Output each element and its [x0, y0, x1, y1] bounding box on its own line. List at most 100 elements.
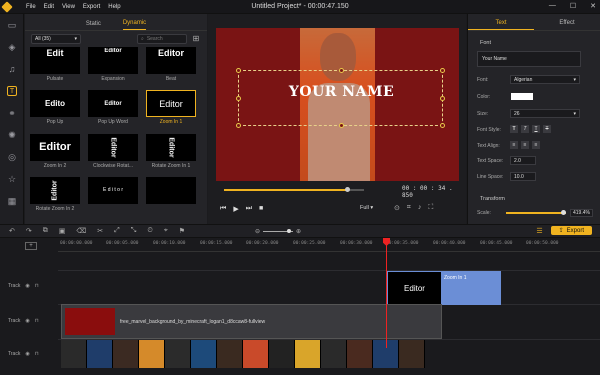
resize-handle[interactable] — [440, 123, 445, 128]
tab-static[interactable]: Static — [86, 21, 101, 30]
settings-icon[interactable]: ☰ — [536, 227, 542, 235]
menu-view[interactable]: View — [62, 4, 75, 10]
line-space-field[interactable]: 10.0 — [510, 172, 536, 181]
preset-item[interactable]: Editor Rotate Zoom In 2 — [30, 176, 80, 217]
audio-icon[interactable]: ♫ — [0, 58, 24, 80]
menu-export[interactable]: Export — [83, 4, 100, 10]
visibility-icon[interactable]: ◉ — [25, 318, 29, 324]
zoom-in-icon[interactable]: ⊕ — [296, 228, 301, 235]
menu-file[interactable]: File — [26, 4, 36, 10]
maximize-icon[interactable]: ☐ — [570, 2, 576, 10]
tab-dynamic[interactable]: Dynamic — [122, 20, 147, 30]
zoom-slider[interactable] — [263, 229, 294, 233]
delete-icon[interactable]: ⌫ — [76, 227, 86, 235]
prev-frame-icon[interactable]: ⏮ — [220, 205, 226, 213]
export-button[interactable]: ⇪ Export — [550, 226, 592, 235]
playback-progress[interactable] — [224, 187, 364, 192]
close-icon[interactable]: ✕ — [590, 2, 596, 10]
redo-icon[interactable]: ↷ — [26, 227, 32, 235]
media-icon[interactable]: ▭ — [0, 14, 24, 36]
resize-handle[interactable] — [339, 123, 344, 128]
align-left-button[interactable]: ≡ — [510, 141, 518, 149]
lock-icon[interactable]: ⊓ — [35, 351, 39, 357]
paste-icon[interactable]: ▣ — [59, 227, 66, 235]
zoom-out-icon[interactable]: ⊖ — [255, 228, 260, 235]
grid-view-icon[interactable]: ⊞ — [191, 34, 201, 44]
size-select[interactable]: 26 ▾ — [510, 109, 580, 118]
color-swatch[interactable] — [511, 93, 533, 100]
template-icon[interactable]: ▦ — [0, 190, 24, 212]
freeze-icon[interactable]: ⌖ — [164, 227, 168, 235]
preset-item-selected[interactable]: Editor Zoom In 1 — [146, 90, 196, 130]
minimize-icon[interactable]: — — [549, 2, 556, 10]
strikethrough-button[interactable]: T — [543, 125, 551, 133]
zoom-knob[interactable] — [287, 229, 292, 233]
preset-item[interactable]: Edito Pop Up — [30, 90, 80, 130]
text-space-field[interactable]: 2.0 — [510, 156, 536, 165]
scale-slider-knob[interactable] — [561, 210, 566, 215]
scale-value[interactable]: 419.4% — [570, 209, 593, 217]
resize-handle[interactable] — [440, 68, 445, 73]
preset-item[interactable]: Editor Beat — [146, 47, 196, 87]
preset-item[interactable]: Editor Expansion — [88, 47, 138, 87]
menu-help[interactable]: Help — [108, 4, 120, 10]
duration-icon[interactable]: ⏲ — [147, 227, 152, 235]
progress-knob[interactable] — [345, 187, 350, 192]
background-clip[interactable]: free_marvel_background_by_minecraft_loga… — [61, 304, 442, 339]
visibility-icon[interactable]: ◉ — [25, 351, 29, 357]
undo-icon[interactable]: ↶ — [9, 227, 15, 235]
fullscreen-icon[interactable]: ⛶ — [428, 204, 433, 212]
effects-icon[interactable]: ✺ — [0, 124, 24, 146]
preset-item[interactable]: Edit Pulsate — [30, 47, 80, 87]
playhead[interactable] — [386, 238, 387, 348]
preset-item[interactable]: Editor Rotate Zoom In 1 — [146, 133, 196, 174]
add-track-button[interactable]: + — [25, 242, 37, 250]
sticker-icon[interactable]: ☆ — [0, 168, 24, 190]
snapshot-icon[interactable]: ⊙ — [394, 204, 400, 212]
filter-icon[interactable]: ◎ — [0, 146, 24, 168]
preset-item[interactable]: E d i t o r — [88, 176, 138, 217]
resize-handle[interactable] — [236, 68, 241, 73]
text-content-field[interactable]: Your Name — [477, 51, 581, 67]
category-select[interactable]: All (35) ▾ — [31, 34, 81, 44]
menu-edit[interactable]: Edit — [44, 4, 54, 10]
search-input[interactable]: ⌕ Search — [137, 34, 187, 44]
align-right-button[interactable]: ≡ — [532, 141, 540, 149]
scale-slider[interactable] — [506, 212, 566, 214]
transition-icon[interactable]: ⚭ — [0, 102, 24, 124]
underline-button[interactable]: T — [532, 125, 540, 133]
font-select[interactable]: Algerian ▾ — [510, 75, 580, 84]
split-icon[interactable]: ✂ — [97, 227, 103, 235]
layers-icon[interactable]: ◈ — [0, 36, 24, 58]
align-center-button[interactable]: ≡ — [521, 141, 529, 149]
video-clip-strip[interactable] — [61, 340, 425, 368]
preset-item[interactable]: Editor Zoom In 2 — [30, 133, 80, 174]
text-icon[interactable]: T — [0, 80, 24, 102]
italic-button[interactable]: T — [521, 125, 529, 133]
tab-text[interactable]: Text — [468, 14, 534, 30]
quality-select[interactable]: Full ▾ — [360, 205, 373, 211]
stop-icon[interactable]: ■ — [259, 205, 263, 213]
crop-icon[interactable]: ⤢ — [114, 227, 120, 235]
play-icon[interactable]: ▶ — [233, 205, 238, 213]
copy-icon[interactable]: ⧉ — [43, 227, 48, 235]
lock-icon[interactable]: ⊓ — [35, 283, 39, 289]
preset-item[interactable]: Editor Pop Up Word — [88, 90, 138, 130]
volume-icon[interactable]: ♪ — [418, 204, 422, 212]
visibility-icon[interactable]: ◉ — [25, 283, 29, 289]
preset-item[interactable] — [146, 176, 196, 217]
next-frame-icon[interactable]: ⏭ — [246, 205, 252, 213]
tab-effect[interactable]: Effect — [534, 14, 600, 30]
time-ruler[interactable]: 00:00:00.000 00:00:05.000 00:00:10.000 0… — [58, 238, 600, 252]
text-clip[interactable]: Editor Zoom In 1 — [387, 271, 501, 305]
text-bounding-box[interactable]: YOUR NAME — [236, 68, 445, 128]
zoom-fit-icon[interactable]: ⤡ — [131, 227, 137, 235]
marker-icon[interactable]: ⚑ — [179, 227, 185, 235]
resize-handle[interactable] — [236, 123, 241, 128]
preset-item[interactable]: Editor Clockwise Rotat... — [88, 133, 138, 174]
lock-icon[interactable]: ⊓ — [35, 318, 39, 324]
bold-button[interactable]: T — [510, 125, 518, 133]
resize-handle[interactable] — [339, 68, 344, 73]
crop-icon[interactable]: ⌗ — [407, 204, 411, 212]
video-preview[interactable]: YOUR NAME — [216, 28, 459, 181]
